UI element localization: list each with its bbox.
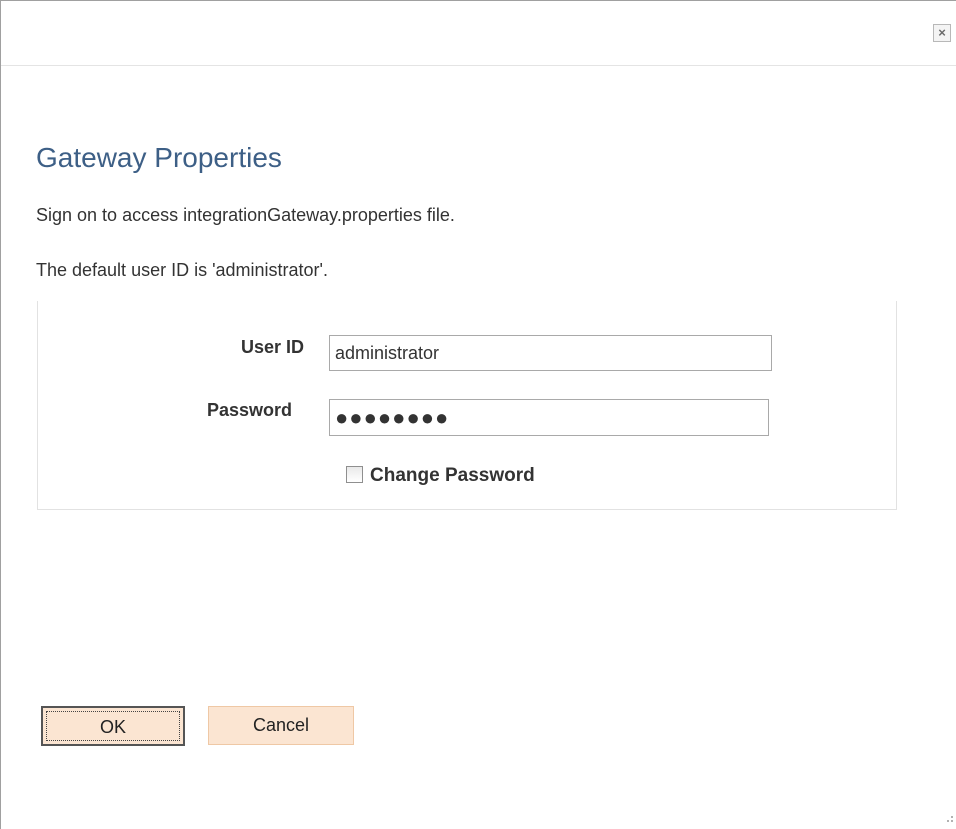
userid-input[interactable] [329, 335, 772, 371]
instruction-text: Sign on to access integrationGateway.pro… [36, 205, 455, 225]
default-userid-note: The default user ID is 'administrator'. [36, 260, 328, 280]
change-password-label[interactable]: Change Password [370, 465, 535, 487]
page-title: Gateway Properties [36, 142, 282, 173]
close-icon[interactable]: × [933, 24, 951, 42]
gateway-properties-dialog: × Gateway Properties Sign on to access i… [0, 0, 956, 829]
password-label: Password [207, 400, 293, 420]
password-input[interactable] [329, 399, 769, 436]
resize-grip-icon[interactable] [941, 813, 955, 827]
ok-button-label: OK [46, 711, 180, 741]
dialog-titlebar: × [1, 1, 956, 66]
cancel-button[interactable]: Cancel [208, 706, 354, 745]
ok-button[interactable]: OK [41, 706, 185, 746]
userid-label: User ID [241, 337, 305, 357]
change-password-checkbox[interactable] [346, 466, 363, 483]
